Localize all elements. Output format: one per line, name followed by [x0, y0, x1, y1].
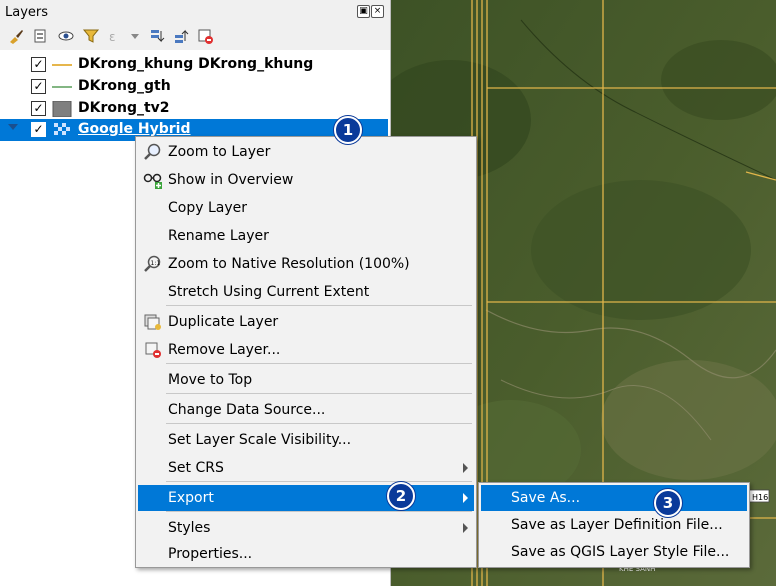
menu-separator: [166, 305, 472, 306]
duplicate-icon: [144, 314, 161, 330]
layer-row[interactable]: ✓ DKrong_khung DKrong_khung: [0, 54, 388, 76]
panel-title: Layers: [5, 5, 49, 20]
menu-item-stretch-extent[interactable]: Stretch Using Current Extent: [138, 279, 474, 305]
menu-item-rename-layer[interactable]: Rename Layer: [138, 223, 474, 249]
filter-icon[interactable]: [82, 27, 100, 45]
svg-text:1:1: 1:1: [151, 260, 161, 267]
layer-label: DKrong_gth: [78, 78, 171, 94]
menu-item-move-to-top[interactable]: Move to Top: [138, 367, 474, 393]
menu-separator: [166, 511, 472, 512]
close-panel-icon[interactable]: ×: [371, 5, 384, 18]
expression-icon[interactable]: ε: [106, 27, 124, 45]
menu-separator: [166, 423, 472, 424]
menu-separator: [166, 481, 472, 482]
remove-layer-icon[interactable]: [196, 27, 214, 45]
layers-toolbar: ε: [0, 24, 390, 50]
menu-item-save-qgis-style[interactable]: Save as QGIS Layer Style File...: [481, 539, 747, 565]
step-badge-2: 2: [387, 482, 415, 510]
menu-item-copy-layer[interactable]: Copy Layer: [138, 195, 474, 221]
paintbrush-icon[interactable]: [7, 27, 25, 45]
menu-item-export[interactable]: Export: [138, 485, 474, 511]
menu-item-properties[interactable]: Properties...: [138, 541, 474, 567]
remove-layer-icon: [145, 342, 161, 358]
line-symbol-icon: [52, 86, 72, 88]
svg-text:ε: ε: [109, 30, 116, 44]
step-badge-3: 3: [654, 489, 682, 517]
zoom-native-icon: 1:1: [144, 255, 161, 272]
menu-separator: [166, 393, 472, 394]
panel-titlebar: Layers ▣ ×: [0, 0, 390, 24]
layer-label: DKrong_tv2: [78, 100, 170, 116]
menu-separator: [166, 363, 472, 364]
chevron-down-icon[interactable]: [126, 27, 144, 45]
expand-arrow-icon[interactable]: [8, 124, 18, 130]
menu-item-scale-visibility[interactable]: Set Layer Scale Visibility...: [138, 427, 474, 453]
layer-row[interactable]: ✓ DKrong_tv2: [0, 98, 388, 120]
raster-icon: [54, 123, 70, 135]
step-badge-1: 1: [334, 116, 362, 144]
fill-symbol-icon: [52, 101, 72, 117]
menu-item-set-crs[interactable]: Set CRS: [138, 455, 474, 481]
export-submenu: Save As... Save as Layer Definition File…: [478, 482, 750, 568]
eye-icon[interactable]: [57, 27, 75, 45]
menu-item-remove-layer[interactable]: Remove Layer...: [138, 337, 474, 363]
menu-item-save-as[interactable]: Save As...: [481, 485, 747, 511]
layer-checkbox[interactable]: ✓: [31, 57, 46, 72]
glasses-icon: [143, 173, 162, 189]
layer-checkbox[interactable]: ✓: [31, 101, 46, 116]
add-group-icon[interactable]: [31, 27, 49, 45]
line-symbol-icon: [52, 64, 72, 66]
collapse-all-icon[interactable]: [172, 27, 190, 45]
menu-item-duplicate-layer[interactable]: Duplicate Layer: [138, 309, 474, 335]
menu-item-zoom-to-layer[interactable]: Zoom to Layer: [138, 139, 474, 165]
layer-row[interactable]: ✓ DKrong_gth: [0, 76, 388, 98]
layer-context-menu: Zoom to Layer Show in Overview Copy Laye…: [135, 136, 477, 568]
zoom-icon: [144, 143, 161, 160]
menu-item-save-layer-definition[interactable]: Save as Layer Definition File...: [481, 512, 747, 538]
layer-checkbox[interactable]: ✓: [31, 122, 46, 137]
float-panel-icon[interactable]: ▣: [357, 5, 370, 18]
menu-item-show-in-overview[interactable]: Show in Overview: [138, 167, 474, 193]
layer-label: Google Hybrid: [78, 121, 191, 137]
submenu-arrow-icon: [463, 523, 468, 533]
menu-item-zoom-native[interactable]: 1:1 Zoom to Native Resolution (100%): [138, 251, 474, 277]
submenu-arrow-icon: [463, 463, 468, 473]
expand-all-icon[interactable]: [148, 27, 166, 45]
road-label: H16: [752, 493, 768, 502]
menu-item-change-data-source[interactable]: Change Data Source...: [138, 397, 474, 423]
submenu-arrow-icon: [463, 493, 468, 503]
layer-label: DKrong_khung DKrong_khung: [78, 56, 314, 72]
layer-checkbox[interactable]: ✓: [31, 79, 46, 94]
menu-item-styles[interactable]: Styles: [138, 515, 474, 541]
